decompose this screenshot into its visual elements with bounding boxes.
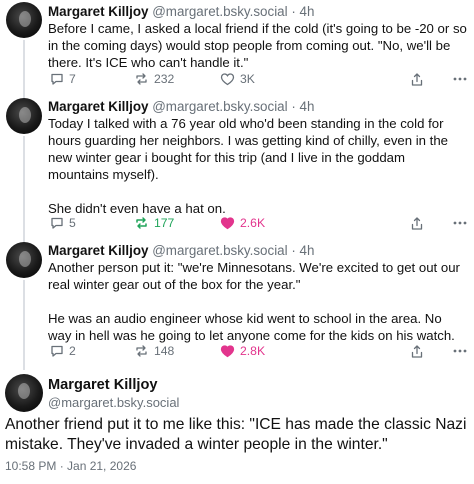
more-button[interactable] xyxy=(452,70,468,88)
author-handle[interactable]: @margaret.bsky.social xyxy=(152,99,287,114)
avatar[interactable] xyxy=(6,2,42,38)
repost-icon xyxy=(136,345,147,357)
post-time[interactable]: 4h xyxy=(300,243,315,258)
thread-line xyxy=(23,280,25,370)
reply-count: 2 xyxy=(69,344,76,358)
reply-icon xyxy=(51,345,63,357)
more-icon xyxy=(453,221,467,225)
like-icon xyxy=(220,73,235,86)
like-icon xyxy=(220,217,235,230)
reply-icon xyxy=(51,73,63,85)
reply-button[interactable]: 5 xyxy=(50,214,76,232)
repost-icon xyxy=(136,217,147,229)
separator: · xyxy=(291,243,296,258)
post-text: Before I came, I asked a local friend if… xyxy=(48,20,468,71)
reply-count: 7 xyxy=(69,72,76,86)
like-icon xyxy=(220,345,235,358)
avatar[interactable] xyxy=(6,98,42,134)
repost-icon xyxy=(136,73,147,85)
thread: Margaret Killjoy @margaret.bsky.social ·… xyxy=(0,0,474,484)
like-button[interactable]: 3K xyxy=(220,70,255,88)
author-name[interactable]: Margaret Killjoy xyxy=(48,99,148,114)
post-actions: 2 148 2.8K xyxy=(48,342,468,360)
share-icon xyxy=(411,344,423,358)
separator: · xyxy=(291,4,296,19)
more-button[interactable] xyxy=(452,214,468,232)
post-text: Today I talked with a 76 year old who'd … xyxy=(48,115,468,217)
reply-button[interactable]: 2 xyxy=(50,342,76,360)
author-handle[interactable]: @margaret.bsky.social xyxy=(152,4,287,19)
repost-count: 232 xyxy=(154,72,175,86)
main-post-header: Margaret Killjoy @margaret.bsky.social xyxy=(48,376,179,411)
author-handle[interactable]: @margaret.bsky.social xyxy=(152,243,287,258)
post-text: Another person put it: "we're Minnesotan… xyxy=(48,259,468,344)
share-icon xyxy=(411,72,423,86)
repost-button[interactable]: 177 xyxy=(134,214,174,232)
share-button[interactable] xyxy=(410,70,424,88)
repost-count: 177 xyxy=(154,216,175,230)
reply-button[interactable]: 7 xyxy=(50,70,76,88)
post-header: Margaret Killjoy @margaret.bsky.social ·… xyxy=(48,242,314,259)
post-actions: 7 232 3K xyxy=(48,70,468,88)
post-paragraph: He was an audio engineer whose kid went … xyxy=(48,311,455,343)
post-timestamp[interactable]: 10:58 PM · Jan 21, 2026 xyxy=(5,459,136,473)
post-actions: 5 177 2.6K xyxy=(48,214,468,232)
avatar[interactable] xyxy=(6,242,42,278)
post-time[interactable]: 4h xyxy=(300,99,315,114)
share-button[interactable] xyxy=(410,342,424,360)
like-count: 3K xyxy=(240,72,255,86)
like-count: 2.8K xyxy=(240,344,266,358)
like-button[interactable]: 2.8K xyxy=(220,342,265,360)
post-header: Margaret Killjoy @margaret.bsky.social ·… xyxy=(48,98,314,115)
avatar[interactable] xyxy=(5,374,43,412)
thread-line xyxy=(23,136,25,242)
share-icon xyxy=(411,216,423,230)
thread-line xyxy=(23,40,25,98)
share-button[interactable] xyxy=(410,214,424,232)
author-handle[interactable]: @margaret.bsky.social xyxy=(48,394,179,411)
main-post-text: Another friend put it to me like this: "… xyxy=(5,416,467,453)
post-paragraph: Before I came, I asked a local friend if… xyxy=(48,21,467,70)
repost-button[interactable]: 148 xyxy=(134,342,174,360)
more-icon xyxy=(453,77,467,81)
post-time[interactable]: 4h xyxy=(300,4,315,19)
like-count: 2.6K xyxy=(240,216,266,230)
post-paragraph: Another person put it: "we're Minnesotan… xyxy=(48,260,460,292)
separator: · xyxy=(291,99,296,114)
post-paragraph: Today I talked with a 76 year old who'd … xyxy=(48,116,449,182)
more-icon xyxy=(453,349,467,353)
author-name[interactable]: Margaret Killjoy xyxy=(48,243,148,258)
repost-count: 148 xyxy=(154,344,175,358)
repost-button[interactable]: 232 xyxy=(134,70,174,88)
author-name[interactable]: Margaret Killjoy xyxy=(48,376,179,394)
reply-count: 5 xyxy=(69,216,76,230)
reply-icon xyxy=(51,217,63,229)
post-header: Margaret Killjoy @margaret.bsky.social ·… xyxy=(48,3,314,20)
author-name[interactable]: Margaret Killjoy xyxy=(48,4,148,19)
more-button[interactable] xyxy=(452,342,468,360)
like-button[interactable]: 2.6K xyxy=(220,214,265,232)
